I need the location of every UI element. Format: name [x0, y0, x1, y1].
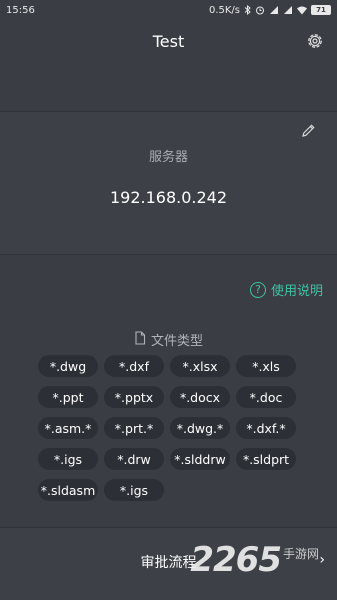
watermark-logo: 2265 手游网: [190, 540, 319, 580]
pencil-icon[interactable]: [299, 122, 317, 140]
status-icons: 0.5K/s 71: [209, 5, 331, 16]
file-type-tag[interactable]: *.slddrw: [170, 448, 230, 470]
watermark-text: 手游网: [282, 547, 319, 561]
file-types-label: 文件类型: [150, 334, 203, 349]
help-label: 使用说明: [270, 284, 323, 299]
file-type-tag[interactable]: *.asm.*: [38, 417, 98, 439]
file-type-tag[interactable]: *.sldprt: [236, 448, 296, 470]
signal-icon: [268, 5, 279, 15]
chevron-right-icon: ›: [319, 552, 325, 568]
document-icon: [134, 330, 146, 349]
file-type-tag[interactable]: *.doc: [236, 386, 296, 408]
network-speed: 0.5K/s: [208, 4, 240, 16]
file-type-tag[interactable]: *.drw: [104, 448, 164, 470]
help-link[interactable]: ? 使用说明: [249, 280, 323, 299]
file-types-heading: 文件类型: [0, 330, 337, 349]
file-type-tag[interactable]: *.igs: [38, 448, 98, 470]
server-card: 服务器 192.168.0.242: [0, 112, 337, 254]
file-type-tag[interactable]: *.docx: [170, 386, 230, 408]
file-type-tag[interactable]: *.xls: [236, 355, 296, 377]
alarm-icon: [255, 5, 265, 15]
wifi-icon: [296, 5, 308, 15]
file-type-tag[interactable]: *.igs: [104, 479, 164, 501]
file-type-tag[interactable]: *.pptx: [104, 386, 164, 408]
file-type-tag[interactable]: *.xlsx: [170, 355, 230, 377]
server-label: 服务器: [148, 150, 188, 165]
gear-icon[interactable]: [305, 31, 325, 51]
server-address[interactable]: 192.168.0.242: [0, 188, 337, 207]
file-type-tag[interactable]: *.prt.*: [104, 417, 164, 439]
app-header: Test: [0, 22, 337, 62]
page-title: Test: [152, 32, 185, 51]
file-type-tag[interactable]: *.dxf.*: [236, 417, 296, 439]
file-type-tag[interactable]: *.dwg.*: [170, 417, 230, 439]
status-bar: 15:56 0.5K/s 71: [0, 0, 337, 20]
status-time: 15:56: [6, 4, 35, 16]
divider: [0, 254, 337, 255]
file-type-tag[interactable]: *.ppt: [38, 386, 98, 408]
question-circle-icon: ?: [249, 281, 266, 298]
watermark-number: 2265: [190, 540, 282, 580]
file-type-list: *.dwg *.dxf *.xlsx *.xls *.ppt *.pptx *.…: [38, 355, 300, 501]
file-type-tag[interactable]: *.dxf: [104, 355, 164, 377]
battery-icon: 71: [311, 5, 331, 15]
file-type-tag[interactable]: *.dwg: [38, 355, 98, 377]
signal-icon: [282, 5, 293, 15]
bluetooth-icon: [243, 5, 252, 15]
file-type-tag[interactable]: *.sldasm: [38, 479, 98, 501]
